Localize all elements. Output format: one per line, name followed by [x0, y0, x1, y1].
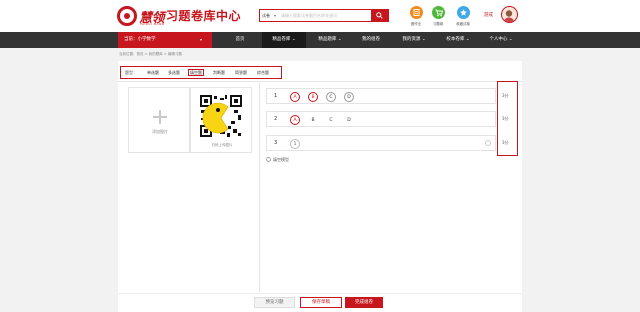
nav-item-my-papers[interactable]: 我的组卷 — [353, 32, 389, 48]
quick-link-label: 收藏试卷 — [456, 22, 470, 26]
option-b[interactable]: B — [308, 115, 318, 125]
option-a[interactable]: A — [290, 114, 300, 125]
cart-icon — [431, 6, 445, 19]
plus-icon — [153, 110, 167, 124]
tab-true-false[interactable]: 判断题 — [212, 69, 226, 76]
tab-multiple-choice[interactable]: 多选题 — [167, 69, 181, 76]
quick-link-favorites[interactable]: 收藏试卷 — [451, 6, 475, 27]
site-title: 习题卷库中心 — [166, 9, 242, 23]
divider — [259, 81, 260, 292]
chevron-down-icon[interactable] — [274, 15, 276, 17]
nav-item-personal-center[interactable]: 个人中心 ⌄ — [478, 32, 524, 48]
homework-icon — [409, 6, 423, 19]
answer-number: 3 — [274, 140, 278, 146]
question-type-tabs: 题型： 单选题 多选题 填空题 判断题 简答题 综合题 — [120, 66, 282, 79]
subject-label: 当前：小学数学 — [124, 37, 156, 42]
breadcrumb[interactable]: 当前位置：首页 > 我的题库 > 编辑习题 — [119, 52, 182, 57]
add-image-label: 添加图片 — [152, 129, 168, 134]
answer-row: 3 1 — [266, 135, 496, 151]
chevron-down-icon — [200, 39, 202, 41]
option-d[interactable]: D — [344, 91, 354, 102]
search-icon — [376, 12, 383, 19]
quick-link-label: 习题卷 — [432, 22, 444, 26]
save-draft-button[interactable]: 保存草稿 — [300, 297, 342, 308]
avatar[interactable] — [501, 6, 518, 23]
nav-item-question-library[interactable]: 精品题库 ⌄ — [308, 32, 352, 48]
qr-code-icon[interactable] — [198, 93, 244, 139]
option-c[interactable]: C — [326, 115, 336, 125]
nav-item-my-resources[interactable]: 我的资源 ⌄ — [392, 32, 436, 48]
search-type-select[interactable]: 试卷 — [262, 13, 270, 19]
radio-icon — [266, 157, 271, 162]
blank-answer-input[interactable]: 1 — [290, 138, 300, 149]
subject-selector[interactable]: 当前：小学数学 — [118, 32, 212, 48]
option-b[interactable]: B — [308, 91, 318, 102]
score-value[interactable]: 3分 — [502, 93, 509, 99]
answer-row: 1 A B C D — [266, 88, 496, 104]
brand-subtitle: FAIRLY BAND — [140, 22, 165, 26]
brand-logo-icon[interactable] — [117, 6, 137, 26]
quick-link-homework[interactable]: 做作业 — [404, 6, 428, 27]
score-value[interactable]: 3分 — [502, 140, 509, 146]
search-input[interactable] — [281, 11, 371, 20]
main-nav: 当前：小学数学 首页 精品卷库 ⌄ 精品题库 ⌄ 我的组卷 我的资源 ⌄ 校本卷… — [0, 32, 640, 48]
qr-upload-panel: 扫码上传图片 — [190, 87, 252, 153]
tab-single-choice[interactable]: 单选题 — [146, 69, 160, 76]
answer-number: 2 — [274, 116, 278, 122]
divider — [118, 81, 522, 82]
nav-item-school-library[interactable]: 校本卷库 ⌄ — [436, 32, 480, 48]
user-avatar-icon — [504, 10, 514, 22]
score-value[interactable]: 3分 — [502, 116, 509, 122]
tab-comprehensive[interactable]: 综合题 — [256, 69, 270, 76]
search-bar: 试卷 — [259, 9, 389, 22]
answer-row: 2 A B C D — [266, 111, 496, 127]
tab-short-answer[interactable]: 简答题 — [234, 69, 248, 76]
header: 慧领 FAIRLY BAND 习题卷库中心 试卷 做作业 习题卷 收藏试卷 游成 — [0, 0, 640, 32]
user-name[interactable]: 游成 — [484, 12, 493, 18]
add-image-button[interactable]: 添加图片 — [128, 87, 190, 153]
nav-item-paper-library[interactable]: 精品卷库 ⌄ — [262, 32, 306, 48]
option-d[interactable]: D — [344, 115, 354, 125]
clear-icon[interactable] — [485, 140, 491, 146]
nav-item-home[interactable]: 首页 — [222, 32, 258, 48]
option-c[interactable]: C — [326, 91, 336, 102]
fill-model-label: 填空模型 — [273, 157, 289, 162]
option-a[interactable]: A — [290, 91, 300, 102]
question-type-label: 题型： — [125, 70, 137, 75]
search-button[interactable] — [371, 9, 389, 22]
tab-fill-blank[interactable]: 填空题 — [188, 69, 204, 76]
preview-button[interactable]: 预览习题 — [254, 297, 295, 308]
favorite-icon — [456, 6, 470, 19]
quick-link-exercise[interactable]: 习题卷 — [426, 6, 450, 27]
fill-model-toggle[interactable]: 填空模型 — [266, 157, 289, 163]
qr-upload-label: 扫码上传图片 — [211, 143, 233, 147]
finish-button[interactable]: 完成组卷 — [345, 297, 383, 308]
answer-number: 1 — [274, 93, 278, 99]
quick-link-label: 做作业 — [410, 22, 422, 26]
